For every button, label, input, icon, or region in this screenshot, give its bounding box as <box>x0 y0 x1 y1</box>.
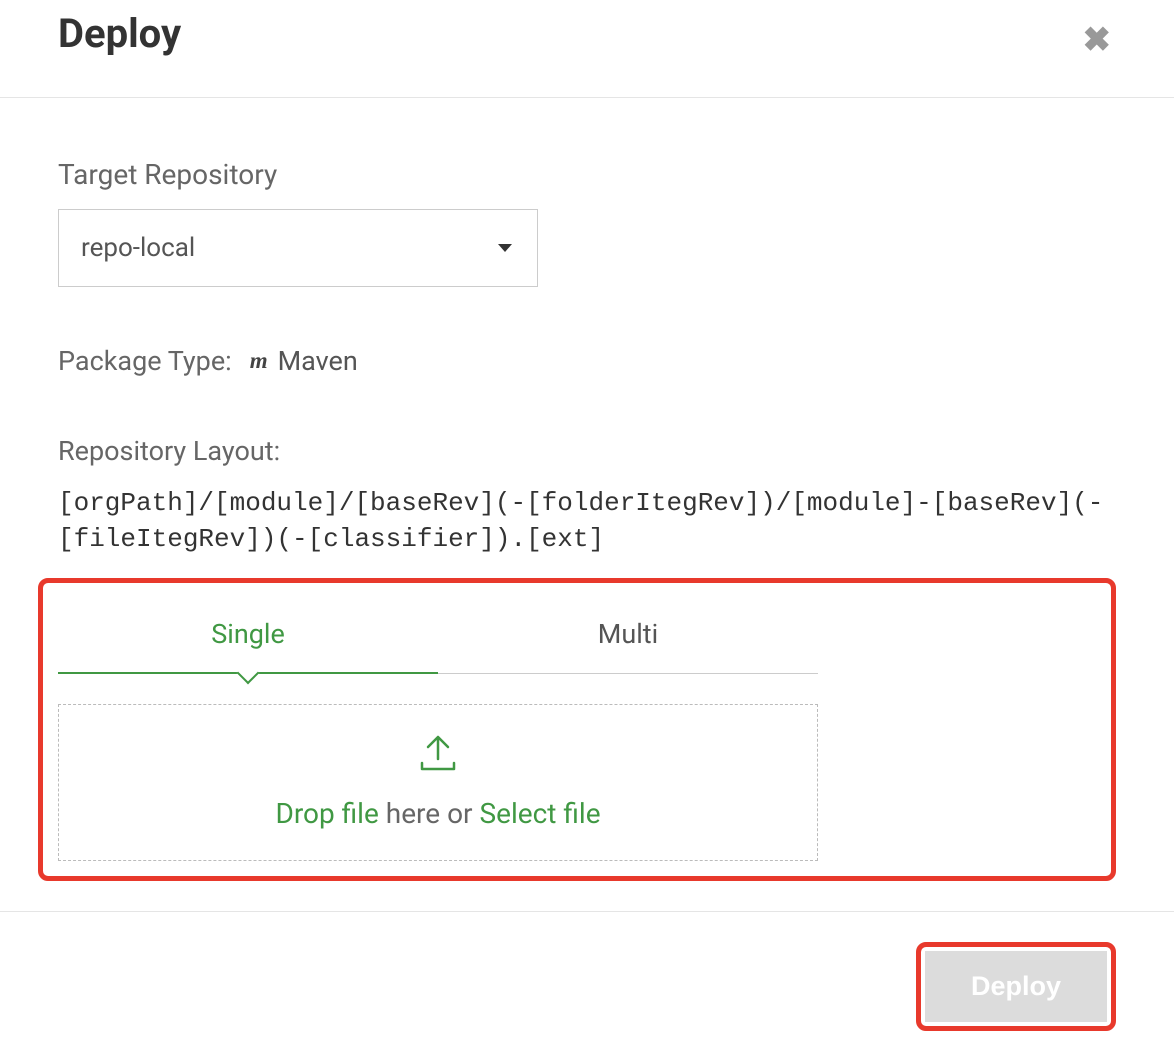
caret-down-icon <box>498 244 512 252</box>
repository-layout-value: [orgPath]/[module]/[baseRev](-[folderIte… <box>58 485 1116 558</box>
target-repository-value: repo-local <box>81 233 195 263</box>
deploy-button[interactable]: Deploy <box>925 951 1107 1022</box>
modal-body: Target Repository repo-local Package Typ… <box>0 98 1174 911</box>
modal-title: Deploy <box>58 10 181 57</box>
package-type-value: Maven <box>278 345 358 377</box>
deploy-button-highlight: Deploy <box>916 942 1116 1031</box>
modal-header: Deploy ✖ <box>0 0 1174 98</box>
maven-icon: m <box>250 348 268 374</box>
file-dropzone[interactable]: Drop file here or Select file <box>58 704 818 861</box>
package-type-row: Package Type: m Maven <box>58 345 1116 377</box>
target-repository-select-wrapper: repo-local <box>58 209 538 287</box>
close-icon: ✖ <box>1083 21 1112 59</box>
target-repository-label: Target Repository <box>58 158 1116 191</box>
upload-highlight-box: Single Multi Drop file here or Select fi… <box>38 578 1116 881</box>
modal-footer: Deploy <box>0 911 1174 1061</box>
package-type-label: Package Type: <box>58 345 232 377</box>
dropzone-text: Drop file here or Select file <box>59 797 817 830</box>
target-repository-select[interactable]: repo-local <box>58 209 538 287</box>
close-button[interactable]: ✖ <box>1078 18 1117 62</box>
tab-single[interactable]: Single <box>58 598 438 674</box>
tab-multi[interactable]: Multi <box>438 598 818 674</box>
drop-file-text: Drop file <box>275 797 378 830</box>
upload-icon <box>418 733 458 775</box>
select-file-link[interactable]: Select file <box>479 797 600 830</box>
repository-layout-label: Repository Layout: <box>58 435 1116 467</box>
dropzone-middle-text: here or <box>379 797 480 830</box>
upload-tabs: Single Multi <box>58 598 818 674</box>
